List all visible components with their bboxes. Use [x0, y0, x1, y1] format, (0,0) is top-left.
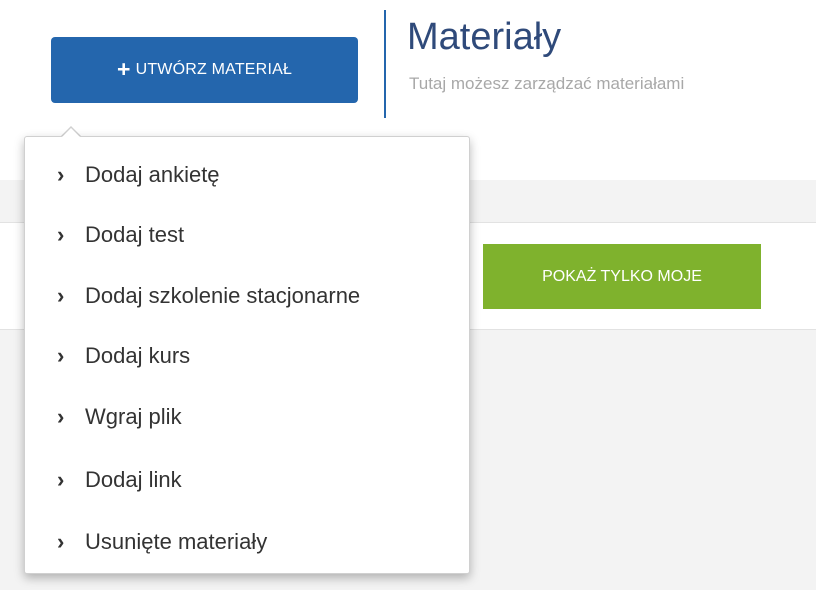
menu-item-label: Dodaj ankietę [85, 162, 220, 187]
chevron-right-icon: › [57, 404, 65, 429]
menu-item-label: Dodaj kurs [85, 343, 191, 368]
chevron-right-icon: › [57, 343, 65, 368]
create-material-dropdown: › Dodaj ankietę › Dodaj test › Dodaj szk… [24, 136, 470, 574]
menu-item-label: Dodaj szkolenie stacjonarne [85, 283, 361, 308]
chevron-right-icon: › [57, 222, 65, 247]
menu-item-deleted-materials[interactable]: › Usunięte materiały [25, 522, 469, 562]
create-material-button[interactable]: + UTWÓRZ MATERIAŁ [51, 37, 358, 103]
chevron-right-icon: › [57, 467, 65, 492]
menu-item-add-survey[interactable]: › Dodaj ankietę [25, 155, 469, 195]
header-divider [384, 10, 386, 118]
show-only-mine-button[interactable]: POKAŻ TYLKO MOJE [483, 244, 761, 309]
menu-item-add-test[interactable]: › Dodaj test [25, 215, 469, 255]
page-subtitle: Tutaj możesz zarządzać materiałami [409, 74, 685, 93]
chevron-right-icon: › [57, 529, 65, 554]
menu-item-label: Dodaj test [85, 222, 185, 247]
plus-icon: + [116, 55, 131, 82]
menu-item-add-course[interactable]: › Dodaj kurs [25, 336, 469, 376]
menu-item-add-onsite-training[interactable]: › Dodaj szkolenie stacjonarne [25, 276, 469, 316]
menu-item-label: Usunięte materiały [85, 529, 268, 554]
create-material-label: UTWÓRZ MATERIAŁ [135, 61, 293, 78]
chevron-right-icon: › [57, 283, 65, 308]
page-title: Materiały [407, 16, 562, 58]
menu-item-add-link[interactable]: › Dodaj link [25, 460, 469, 500]
menu-item-label: Dodaj link [85, 467, 182, 492]
chevron-right-icon: › [57, 162, 65, 187]
menu-item-upload-file[interactable]: › Wgraj plik [25, 397, 469, 437]
menu-item-label: Wgraj plik [85, 404, 182, 429]
dropdown-pointer-fill [61, 128, 81, 138]
